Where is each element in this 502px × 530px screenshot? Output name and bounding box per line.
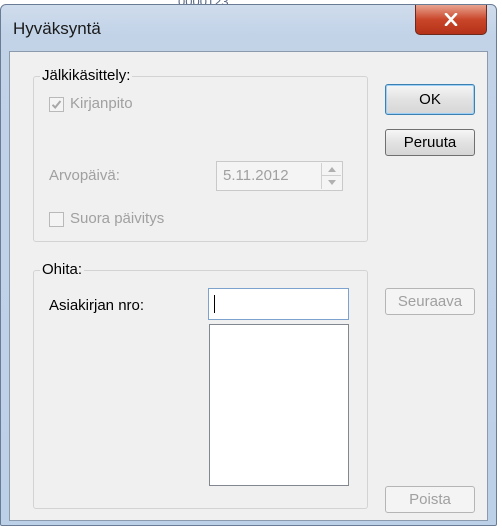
title-bar[interactable]: Hyväksyntä — [1, 5, 496, 49]
cancel-button[interactable]: Peruuta — [385, 129, 475, 156]
direct-update-label: Suora päivitys — [70, 210, 165, 227]
value-date-value: 5.11.2012 — [223, 167, 289, 184]
dialog-client: Jälkikäsittely: Kirjanpito Arvopäivä: 5.… — [9, 51, 488, 521]
close-button[interactable] — [415, 5, 487, 35]
skip-group: Ohita: Asiakirjan nro: — [33, 262, 368, 509]
skip-title: Ohita: — [40, 261, 85, 278]
next-button[interactable]: Seuraava — [385, 288, 475, 315]
bookkeeping-label: Kirjanpito — [70, 95, 133, 112]
text-caret — [214, 295, 215, 313]
arrow-down-icon — [327, 180, 336, 185]
post-processing-group: Jälkikäsittely: Kirjanpito Arvopäivä: 5.… — [33, 68, 368, 242]
doc-number-input[interactable] — [208, 288, 349, 320]
spin-down-button[interactable] — [322, 176, 341, 189]
doc-number-label: Asiakirjan nro: — [49, 297, 145, 314]
bookkeeping-checkbox[interactable] — [49, 97, 64, 112]
close-icon — [444, 13, 458, 26]
post-processing-title: Jälkikäsittely: — [40, 67, 133, 84]
value-date-label: Arvopäivä: — [49, 167, 120, 184]
remove-button[interactable]: Poista — [385, 486, 475, 513]
spin-up-button[interactable] — [322, 163, 341, 176]
dialog-window: Hyväksyntä Jälkikäsittely: Kirjanpito Ar… — [0, 4, 497, 526]
ok-button[interactable]: OK — [385, 84, 475, 115]
window-title: Hyväksyntä — [13, 19, 101, 38]
spinner-arrows — [321, 163, 341, 189]
direct-update-checkbox[interactable] — [49, 212, 64, 227]
checkmark-icon — [51, 100, 62, 109]
value-date-spinner[interactable]: 5.11.2012 — [216, 161, 343, 191]
skip-list[interactable] — [209, 324, 349, 486]
arrow-up-icon — [327, 166, 336, 172]
